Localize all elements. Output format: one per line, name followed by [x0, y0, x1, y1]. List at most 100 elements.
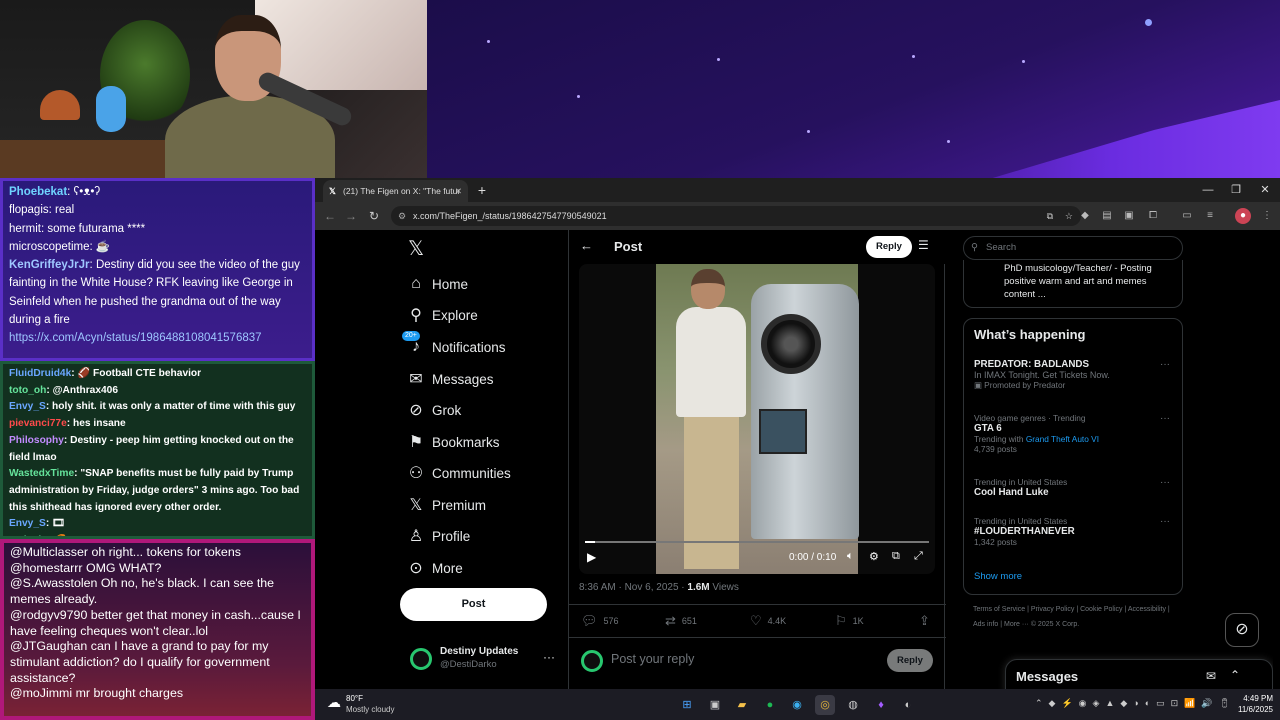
nav-bookmarks[interactable]: ⚑ Bookmarks: [400, 428, 560, 456]
chat-message: Envy_S: holy shit. it was only a matter …: [9, 401, 296, 413]
avatar: [410, 648, 432, 670]
task-view-icon[interactable]: ▣: [705, 695, 725, 715]
new-tab-button[interactable]: +: [473, 180, 491, 200]
spotify-icon[interactable]: ●: [760, 695, 780, 715]
more-icon[interactable]: ···: [1160, 413, 1170, 424]
chevron-up-icon[interactable]: ⌃: [1230, 668, 1240, 682]
x-page: 𝕏 ⌂ Home ⚲ Explore ♪ Notifications 20+ ✉ Mes…: [315, 230, 1273, 689]
reply-action[interactable]: 💬︎ 576: [581, 613, 619, 629]
back-arrow-icon[interactable]: ←: [580, 238, 593, 253]
new-message-icon[interactable]: ✉: [1206, 669, 1216, 683]
messages-drawer[interactable]: Messages ✉ ⌃: [1005, 659, 1273, 689]
nav-messages[interactable]: ✉ Messages: [400, 365, 560, 393]
forward-icon[interactable]: →: [342, 207, 360, 225]
chat-message: flopagis: real: [9, 204, 75, 217]
nav-profile[interactable]: ♙ Profile: [400, 522, 560, 550]
x-logo-icon[interactable]: 𝕏: [408, 236, 424, 261]
communities-icon: ⚇: [408, 465, 424, 482]
start-icon[interactable]: ⊞: [677, 695, 697, 715]
menu-icon[interactable]: ⋮: [1259, 208, 1275, 224]
video-progress-bar[interactable]: [585, 541, 929, 543]
search-input[interactable]: ⚲ Search: [963, 236, 1183, 260]
extension-icon[interactable]: ▤: [1099, 208, 1115, 224]
reply-submit-button[interactable]: Reply: [887, 649, 933, 672]
video-person: [676, 269, 746, 569]
more-icon[interactable]: ···: [1160, 359, 1170, 370]
url-input[interactable]: ⚙ x.com/TheFigen_/status/198642754779054…: [391, 206, 1081, 226]
reply-bubble-icon: 💬︎: [581, 613, 598, 628]
reload-icon[interactable]: ↻: [365, 207, 383, 225]
install-icon[interactable]: ⧉: [1047, 206, 1053, 226]
trend-item[interactable]: Video game genres · Trending GTA 6 Trend…: [974, 413, 1174, 454]
nav-communities[interactable]: ⚇ Communities: [400, 459, 560, 487]
extension-icon[interactable]: ▣: [1121, 208, 1137, 224]
chat-panel-middle: FluidDruid4k: 🏈 Football CTE behavior to…: [0, 361, 315, 539]
back-icon[interactable]: ←: [321, 207, 339, 225]
extensions-puzzle-icon[interactable]: ⧠: [1145, 208, 1161, 224]
settings-sliders-icon[interactable]: ☰: [918, 238, 929, 252]
video-frame: [656, 264, 859, 574]
like-action[interactable]: ♡ 4.4K: [750, 613, 786, 629]
play-icon[interactable]: ▶: [587, 550, 596, 564]
clock-time[interactable]: 4:49 PM: [1233, 694, 1273, 703]
bookmark-star-icon[interactable]: ☆: [1065, 206, 1073, 226]
x-premium-icon: 𝕏: [409, 497, 423, 514]
close-tab-icon[interactable]: ✕: [455, 180, 462, 202]
trend-item[interactable]: Trending in United States Cool Hand Luke…: [974, 477, 1174, 498]
media-icon[interactable]: ≡: [1202, 208, 1218, 224]
notification-badge: 20+: [402, 331, 420, 341]
chat-message: @rodgyv9790 better get that money in cas…: [10, 607, 301, 638]
nav-premium[interactable]: 𝕏 Premium: [400, 491, 560, 519]
settings-gear-icon[interactable]: ⚙: [869, 550, 879, 563]
browser-tab[interactable]: 𝕏 (21) The Figen on X: "The futur ✕: [323, 180, 468, 202]
extension-icon[interactable]: ◆: [1077, 208, 1093, 224]
more-icon[interactable]: ···: [1160, 477, 1170, 488]
header-reply-button[interactable]: Reply: [866, 236, 912, 258]
pip-icon[interactable]: ⧉: [892, 550, 900, 563]
system-tray[interactable]: ⌃◆⚡◉◈▲◆◑◐▭⊡📶🔊🔋︎: [1035, 698, 1236, 709]
obs-icon[interactable]: ◍: [843, 695, 863, 715]
footer-links[interactable]: Terms of Service | Privacy Policy | Cook…: [973, 602, 1183, 632]
chat-message: @homestarrr OMG WHAT?: [10, 560, 162, 575]
trend-item[interactable]: Trending in United States #LOUDERTHANEVE…: [974, 516, 1174, 547]
profile-avatar[interactable]: ●: [1235, 208, 1251, 224]
video-kiosk: [751, 284, 859, 539]
site-info-icon[interactable]: ⚙: [398, 206, 406, 226]
post-metadata: 8:36 AM · Nov 6, 2025 · 1.6M Views: [579, 582, 739, 593]
nav-more[interactable]: ⊙ More: [400, 554, 560, 582]
bookmark-action[interactable]: ⚐ 1K: [835, 613, 864, 629]
repost-action[interactable]: ⇄ 651: [665, 613, 697, 629]
nav-grok[interactable]: ⊘ Grok: [400, 396, 560, 424]
post-button[interactable]: Post: [400, 588, 547, 621]
chat-link[interactable]: https://x.com/Acyn/status/19864881080415…: [9, 329, 306, 347]
share-action[interactable]: ⇪: [919, 613, 930, 629]
nav-home[interactable]: ⌂ Home: [400, 270, 560, 298]
file-explorer-icon[interactable]: ▰: [732, 695, 752, 715]
volume-icon[interactable]: 🔈︎: [847, 550, 854, 563]
sidebar-icon[interactable]: ▭: [1179, 208, 1195, 224]
edge-icon[interactable]: ◉: [787, 695, 807, 715]
restore-button[interactable]: ❐: [1222, 178, 1250, 202]
clock-date[interactable]: 11/6/2025: [1225, 705, 1273, 714]
account-switcher[interactable]: Destiny Updates @DestiDarko ···: [410, 644, 560, 674]
weather-icon[interactable]: ☁: [327, 694, 341, 711]
post-actions: 💬︎ 576 ⇄ 651 ♡ 4.4K ⚐ 1K ⇪: [569, 604, 946, 638]
repost-icon: ⇄: [665, 613, 676, 628]
app-icon[interactable]: ♦: [871, 695, 891, 715]
show-more-link[interactable]: Show more: [974, 571, 1022, 582]
reply-input[interactable]: Post your reply: [611, 652, 694, 666]
more-icon[interactable]: ···: [1160, 516, 1170, 527]
video-player[interactable]: ▶ 0:00 / 0:10 🔈︎ ⚙ ⧉ ⤢: [579, 264, 935, 574]
fullscreen-icon[interactable]: ⤢: [914, 550, 923, 563]
nav-explore[interactable]: ⚲ Explore: [400, 301, 560, 329]
webcam-figurine: [96, 86, 126, 132]
nav-notifications[interactable]: ♪ Notifications 20+: [400, 331, 560, 361]
chat-message: Philosophy: Destiny - peep him getting k…: [9, 434, 294, 463]
grok-button[interactable]: ⊘: [1225, 613, 1259, 647]
trend-item[interactable]: PREDATOR: BADLANDS In IMAX Tonight. Get …: [974, 359, 1174, 390]
minimize-button[interactable]: —: [1194, 178, 1222, 202]
steam-icon[interactable]: ◐: [898, 695, 918, 715]
chrome-icon[interactable]: ◎: [815, 695, 835, 715]
more-icon[interactable]: ···: [543, 650, 555, 664]
close-window-button[interactable]: ✕: [1251, 178, 1279, 202]
